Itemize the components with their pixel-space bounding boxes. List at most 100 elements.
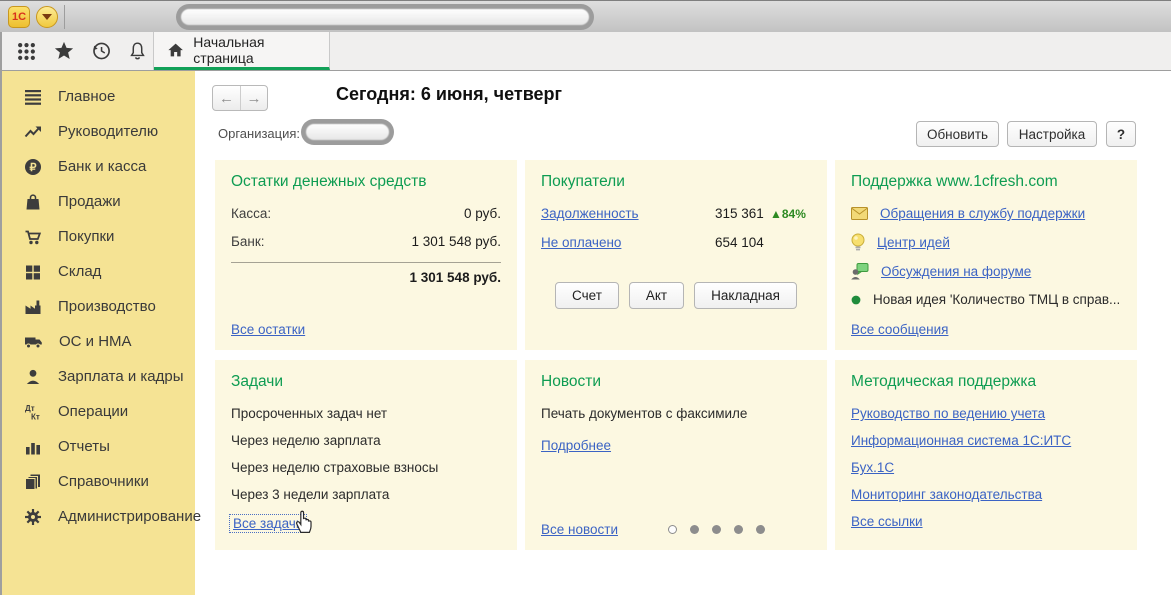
sidebar-item-label: Склад bbox=[58, 263, 101, 280]
panel-title: Задачи bbox=[231, 373, 501, 391]
sidebar-item-purchases[interactable]: Покупки bbox=[2, 219, 195, 254]
buh1c-link[interactable]: Бух.1С bbox=[851, 460, 894, 475]
pager-dot[interactable] bbox=[734, 525, 743, 534]
waybill-button[interactable]: Накладная bbox=[694, 282, 797, 309]
menu-grid-button[interactable] bbox=[8, 32, 45, 70]
act-button[interactable]: Акт bbox=[629, 282, 684, 309]
sidebar-item-sales[interactable]: Продажи bbox=[2, 184, 195, 219]
sidebar-item-manager[interactable]: Руководителю bbox=[2, 114, 195, 149]
cash-row-label: Банк: bbox=[231, 234, 264, 249]
customers-row-debt: Задолженность 315 361 ▲84% bbox=[541, 206, 811, 235]
svg-text:₽: ₽ bbox=[30, 162, 37, 174]
sidebar-item-reports[interactable]: Отчеты bbox=[2, 429, 195, 464]
invoice-button[interactable]: Счет bbox=[555, 282, 619, 309]
chevron-down-icon bbox=[42, 14, 52, 20]
warehouse-icon bbox=[24, 263, 42, 281]
news-headline: Печать документов с факсимиле bbox=[541, 406, 811, 421]
svg-text:Кт: Кт bbox=[31, 412, 40, 421]
cash-row-label: Касса: bbox=[231, 206, 271, 221]
cart-icon bbox=[24, 228, 42, 246]
sidebar-item-label: Покупки bbox=[58, 228, 114, 245]
notifications-button[interactable] bbox=[119, 32, 156, 70]
panel-title: Поддержка www.1cfresh.com bbox=[851, 173, 1121, 191]
cash-total-value: 1 301 548 руб. bbox=[231, 270, 501, 285]
bag-icon bbox=[24, 193, 42, 211]
forum-discussions-link[interactable]: Обсуждения на форуме bbox=[881, 264, 1031, 279]
task-item: Через 3 недели зарплата bbox=[231, 487, 501, 502]
sidebar-item-main[interactable]: Главное bbox=[2, 79, 195, 114]
bell-icon bbox=[128, 41, 147, 61]
sidebar-item-production[interactable]: Производство bbox=[2, 289, 195, 324]
law-monitoring-link[interactable]: Мониторинг законодательства bbox=[851, 487, 1042, 502]
sidebar-item-label: ОС и НМА bbox=[59, 333, 132, 350]
sidebar-item-label: Справочники bbox=[58, 473, 149, 490]
history-button[interactable] bbox=[82, 32, 119, 70]
accounting-guide-link[interactable]: Руководство по ведению учета bbox=[851, 406, 1045, 421]
support-tickets-link[interactable]: Обращения в службу поддержки bbox=[880, 206, 1085, 221]
sidebar-item-operations[interactable]: ДтКт Операции bbox=[2, 394, 195, 429]
support-item-ideas: Центр идей bbox=[851, 233, 1121, 251]
panel-support-1cfresh: Поддержка www.1cfresh.com Обращения в сл… bbox=[835, 160, 1137, 350]
toolbar-icons bbox=[8, 32, 156, 70]
help-button[interactable]: ? bbox=[1106, 121, 1136, 147]
forward-button[interactable]: → bbox=[240, 86, 267, 110]
sidebar-item-fixed-assets[interactable]: ОС и НМА bbox=[2, 324, 195, 359]
all-balances-link[interactable]: Все остатки bbox=[231, 322, 305, 337]
window-title-redacted bbox=[176, 4, 594, 30]
cash-row-kassa: Касса: 0 руб. bbox=[231, 206, 501, 221]
tab-home-page[interactable]: Начальная страница bbox=[154, 32, 330, 70]
sidebar-item-warehouse[interactable]: Склад bbox=[2, 254, 195, 289]
pager-dot[interactable] bbox=[756, 525, 765, 534]
forum-icon bbox=[851, 263, 869, 280]
sidebar-item-bank-cash[interactable]: ₽ Банк и касса bbox=[2, 149, 195, 184]
main-menu-dropdown-button[interactable] bbox=[36, 6, 58, 28]
panel-cash-balances: Остатки денежных средств Касса: 0 руб. Б… bbox=[215, 160, 517, 350]
panel-news: Новости Печать документов с факсимиле По… bbox=[525, 360, 827, 550]
lightbulb-icon bbox=[851, 233, 865, 251]
favorites-button[interactable] bbox=[45, 32, 82, 70]
sections-sidebar: Главное Руководителю ₽ Банк и касса Прод… bbox=[2, 71, 195, 595]
task-item: Через неделю зарплата bbox=[231, 433, 501, 448]
organization-value-redacted[interactable] bbox=[301, 119, 394, 145]
panel-title: Покупатели bbox=[541, 173, 811, 191]
sidebar-item-administration[interactable]: Администрирование bbox=[2, 499, 195, 534]
pager-dot-active[interactable] bbox=[668, 525, 677, 534]
sidebar-item-label: Банк и касса bbox=[58, 158, 146, 175]
sidebar-item-salary-hr[interactable]: Зарплата и кадры bbox=[2, 359, 195, 394]
window-titlebar: 1С bbox=[0, 0, 1171, 32]
all-news-link[interactable]: Все новости bbox=[541, 522, 618, 537]
unpaid-link[interactable]: Не оплачено bbox=[541, 235, 621, 250]
refresh-button[interactable]: Обновить bbox=[916, 121, 999, 147]
news-footer: Все новости bbox=[541, 522, 811, 537]
sidebar-item-label: Зарплата и кадры bbox=[58, 368, 184, 385]
total-divider bbox=[231, 262, 501, 263]
its-system-link[interactable]: Информационная система 1С:ИТС bbox=[851, 433, 1071, 448]
menu-icon bbox=[24, 88, 42, 106]
tab-label: Начальная страница bbox=[193, 34, 315, 66]
debt-link[interactable]: Задолженность bbox=[541, 206, 639, 221]
page-title-date: Сегодня: 6 июня, четверг bbox=[336, 84, 562, 105]
customers-row-unpaid: Не оплачено 654 104 bbox=[541, 235, 811, 264]
pager-dot[interactable] bbox=[712, 525, 721, 534]
sidebar-item-label: Операции bbox=[58, 403, 128, 420]
support-item-new-idea: Новая идея 'Количество ТМЦ в справ... bbox=[851, 292, 1121, 307]
trend-icon bbox=[24, 123, 42, 141]
sidebar-item-label: Главное bbox=[58, 88, 115, 105]
idea-center-link[interactable]: Центр идей bbox=[877, 235, 950, 250]
all-links-link[interactable]: Все ссылки bbox=[851, 514, 923, 529]
task-item: Через неделю страховые взносы bbox=[231, 460, 501, 475]
back-button[interactable]: ← bbox=[213, 86, 240, 110]
sidebar-item-catalogs[interactable]: Справочники bbox=[2, 464, 195, 499]
green-dot-icon bbox=[851, 295, 861, 305]
factory-icon bbox=[24, 298, 42, 316]
all-messages-link[interactable]: Все сообщения bbox=[851, 322, 948, 337]
settings-button[interactable]: Настройка bbox=[1007, 121, 1097, 147]
debt-delta-up: ▲84% bbox=[770, 207, 806, 221]
panel-methodical-support: Методическая поддержка Руководство по ве… bbox=[835, 360, 1137, 550]
person-icon bbox=[24, 368, 42, 386]
sidebar-item-label: Отчеты bbox=[58, 438, 110, 455]
news-details-link[interactable]: Подробнее bbox=[541, 438, 611, 453]
star-icon bbox=[54, 41, 74, 61]
pager-dot[interactable] bbox=[690, 525, 699, 534]
news-pager bbox=[668, 525, 765, 534]
